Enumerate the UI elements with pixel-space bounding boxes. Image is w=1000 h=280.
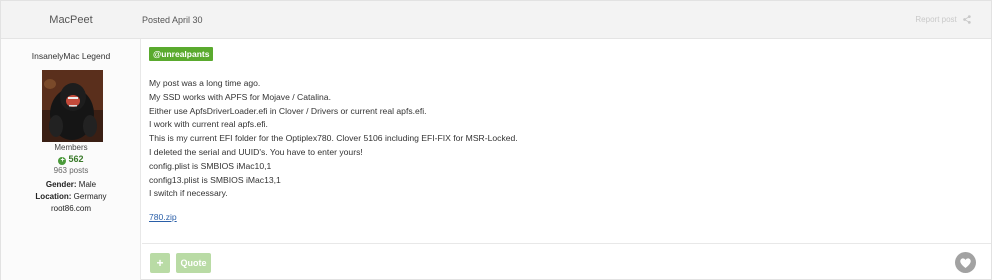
author-panel: InsanelyMac Legend Members +562 963 post… (1, 39, 141, 280)
gorilla-avatar-image (42, 70, 103, 142)
share-area[interactable]: Report post (915, 1, 971, 39)
share-icon[interactable] (963, 15, 971, 25)
member-group: Members (54, 143, 88, 152)
post-line: I deleted the serial and UUID's. You hav… (149, 146, 363, 157)
post-header: MacPeet Posted April 30 Report post (1, 1, 991, 39)
forum-post: MacPeet Posted April 30 Report post Insa… (0, 0, 992, 280)
location-label: Location: (35, 192, 72, 201)
author-name-link[interactable]: MacPeet (1, 1, 141, 39)
attachment-link[interactable]: 780.zip (149, 212, 177, 222)
location-info: Location: Germany (1, 192, 141, 201)
post-line: This is my current EFI folder for the Op… (149, 133, 518, 144)
website-link[interactable]: root86.com (1, 204, 141, 213)
post-date[interactable]: Posted April 30 (142, 1, 203, 39)
gender-value: Male (78, 180, 97, 189)
mention-tag[interactable]: @unrealpants (149, 47, 214, 61)
post-line: config.plist is SMBIOS iMac10,1 (149, 160, 272, 171)
reputation-value: 562 (68, 154, 84, 164)
post-body: My post was a long time ago. My SSD work… (149, 77, 969, 201)
post-line: config13.plist is SMBIOS iMac13,1 (149, 174, 281, 185)
post-count: 963 posts (53, 166, 89, 175)
post-line: Either use ApfsDriverLoader.efi in Clove… (149, 105, 427, 116)
post-line: My post was a long time ago. (149, 78, 261, 88)
gender-info: Gender: Male (1, 180, 141, 189)
post-line: I work with current real apfs.efi. (149, 119, 268, 130)
location-value: Germany (73, 192, 107, 201)
post-line: I switch if necessary. (149, 188, 228, 199)
gender-label: Gender: (45, 180, 77, 189)
plus-circle-icon: + (58, 157, 67, 165)
quote-button[interactable]: Quote (176, 253, 211, 273)
post-line: My SSD works with APFS for Mojave / Cata… (149, 91, 331, 102)
rank-title: InsanelyMac Legend (31, 51, 111, 61)
report-link[interactable]: Report post (915, 15, 956, 24)
reputation[interactable]: +562 (1, 154, 141, 165)
like-button[interactable] (955, 252, 976, 273)
multiquote-plus-button[interactable]: + (150, 253, 170, 273)
heart-icon (960, 258, 971, 268)
footer-divider (142, 243, 991, 244)
avatar[interactable] (42, 70, 103, 142)
